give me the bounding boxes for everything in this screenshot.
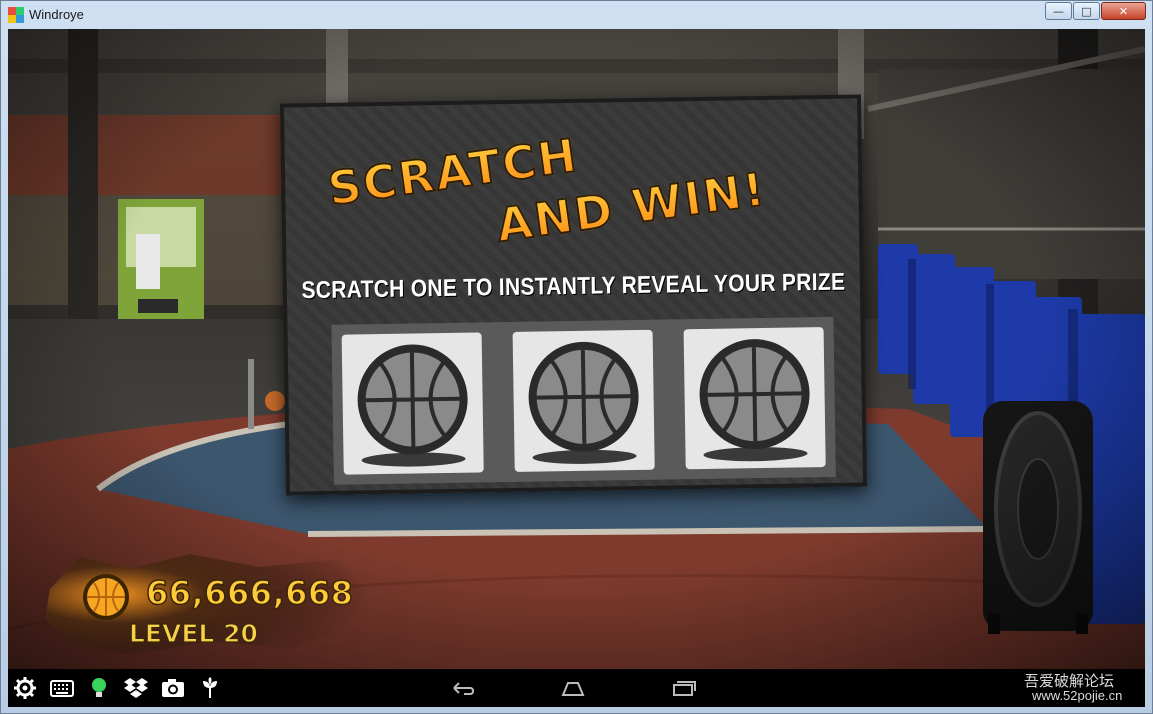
window-controls: — □ ✕ <box>1045 2 1146 20</box>
window-title: Windroye <box>29 7 84 22</box>
close-button[interactable]: ✕ <box>1101 2 1146 20</box>
title-bar[interactable]: Windroye — □ ✕ <box>1 1 1152 29</box>
minimize-button[interactable]: — <box>1045 2 1072 20</box>
camera-icon[interactable] <box>161 676 185 700</box>
scratch-tiles <box>331 316 836 485</box>
back-icon[interactable] <box>450 676 476 700</box>
dropbox-icon[interactable] <box>124 676 148 700</box>
scratch-tile-3[interactable] <box>683 327 826 470</box>
keyboard-icon[interactable] <box>50 676 74 700</box>
home-icon[interactable] <box>560 676 586 700</box>
android-nav-bar <box>8 669 1145 707</box>
basketball-icon <box>699 339 810 462</box>
basketball-icon <box>528 341 639 464</box>
scratch-tile-1[interactable] <box>341 332 484 475</box>
app-icon <box>8 7 24 23</box>
game-viewport[interactable]: SCRATCH AND WIN! SCRATCH ONE TO INSTANTL… <box>8 29 1145 669</box>
settings-icon[interactable] <box>13 676 37 700</box>
scratch-card-panel: SCRATCH AND WIN! SCRATCH ONE TO INSTANTL… <box>279 94 868 496</box>
player-level: LEVEL 20 <box>128 618 258 648</box>
coin-balance: 66,666,668 <box>145 573 354 613</box>
scratch-tile-2[interactable] <box>512 329 655 472</box>
bulb-icon[interactable] <box>87 676 111 700</box>
coin-icon <box>83 574 129 620</box>
watermark-url: www.52pojie.cn <box>1032 688 1123 703</box>
plant-icon[interactable] <box>198 676 222 700</box>
basketball-icon <box>357 344 468 467</box>
maximize-button[interactable]: □ <box>1073 2 1100 20</box>
recents-icon[interactable] <box>670 676 696 700</box>
card-instructions: SCRATCH ONE TO INSTANTLY REVEAL YOUR PRI… <box>301 268 846 304</box>
